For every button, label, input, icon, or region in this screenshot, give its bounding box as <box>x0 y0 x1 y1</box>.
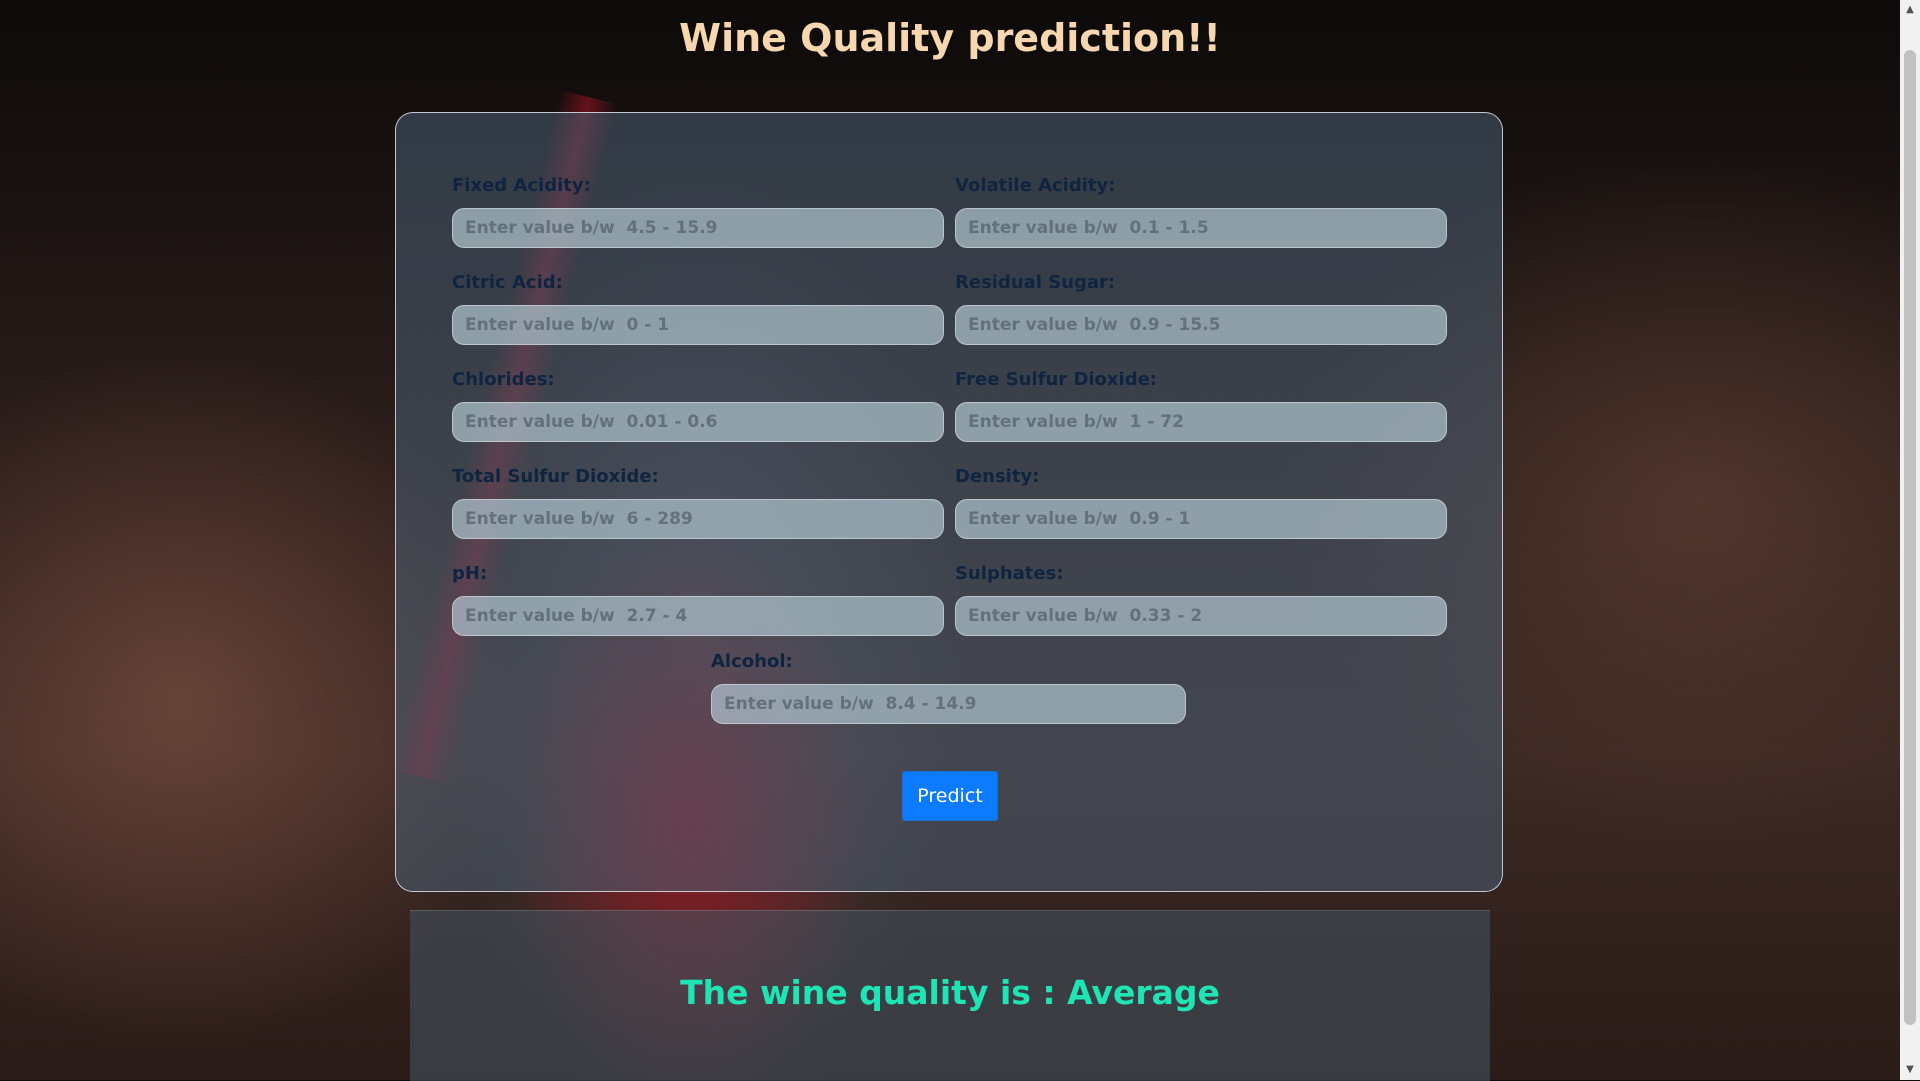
volatile-acidity-input[interactable] <box>955 208 1447 248</box>
scrollbar-thumb[interactable] <box>1904 50 1916 1025</box>
ph-label: pH: <box>452 563 488 584</box>
residual-sugar-label: Residual Sugar: <box>955 272 1116 293</box>
scroll-down-arrow-icon[interactable]: ▼ <box>1900 1060 1920 1080</box>
result-panel: The wine quality is : Average <box>410 910 1490 1081</box>
chlorides-input[interactable] <box>452 402 944 442</box>
field-sulphates: Sulphates: <box>955 563 1447 636</box>
total-sulfur-dioxide-input[interactable] <box>452 499 944 539</box>
field-residual-sugar: Residual Sugar: <box>955 272 1447 345</box>
field-ph: pH: <box>452 563 944 636</box>
fixed-acidity-label: Fixed Acidity: <box>452 175 591 196</box>
predict-button[interactable]: Predict <box>902 771 998 821</box>
field-free-sulfur-dioxide: Free Sulfur Dioxide: <box>955 369 1447 442</box>
residual-sugar-input[interactable] <box>955 305 1447 345</box>
page: Wine Quality prediction!! Fixed Acidity:… <box>0 0 1900 1081</box>
total-sulfur-dioxide-label: Total Sulfur Dioxide: <box>452 466 659 487</box>
density-input[interactable] <box>955 499 1447 539</box>
free-sulfur-dioxide-label: Free Sulfur Dioxide: <box>955 369 1157 390</box>
field-citric-acid: Citric Acid: <box>452 272 944 345</box>
field-density: Density: <box>955 466 1447 539</box>
field-chlorides: Chlorides: <box>452 369 944 442</box>
volatile-acidity-label: Volatile Acidity: <box>955 175 1116 196</box>
field-fixed-acidity: Fixed Acidity: <box>452 175 944 248</box>
free-sulfur-dioxide-input[interactable] <box>955 402 1447 442</box>
citric-acid-input[interactable] <box>452 305 944 345</box>
sulphates-label: Sulphates: <box>955 563 1064 584</box>
fixed-acidity-input[interactable] <box>452 208 944 248</box>
density-label: Density: <box>955 466 1040 487</box>
vertical-scrollbar[interactable]: ▲ ▼ <box>1900 0 1920 1080</box>
chlorides-label: Chlorides: <box>452 369 555 390</box>
alcohol-input[interactable] <box>711 684 1186 724</box>
alcohol-label: Alcohol: <box>711 651 793 672</box>
result-text: The wine quality is : Average <box>680 973 1220 1012</box>
field-total-sulfur-dioxide: Total Sulfur Dioxide: <box>452 466 944 539</box>
field-volatile-acidity: Volatile Acidity: <box>955 175 1447 248</box>
ph-input[interactable] <box>452 596 944 636</box>
page-title: Wine Quality prediction!! <box>679 16 1221 60</box>
wine-form: Fixed Acidity: Volatile Acidity: Citric … <box>395 112 1503 892</box>
scroll-up-arrow-icon[interactable]: ▲ <box>1900 0 1920 20</box>
citric-acid-label: Citric Acid: <box>452 272 563 293</box>
field-alcohol: Alcohol: <box>711 651 1186 724</box>
sulphates-input[interactable] <box>955 596 1447 636</box>
